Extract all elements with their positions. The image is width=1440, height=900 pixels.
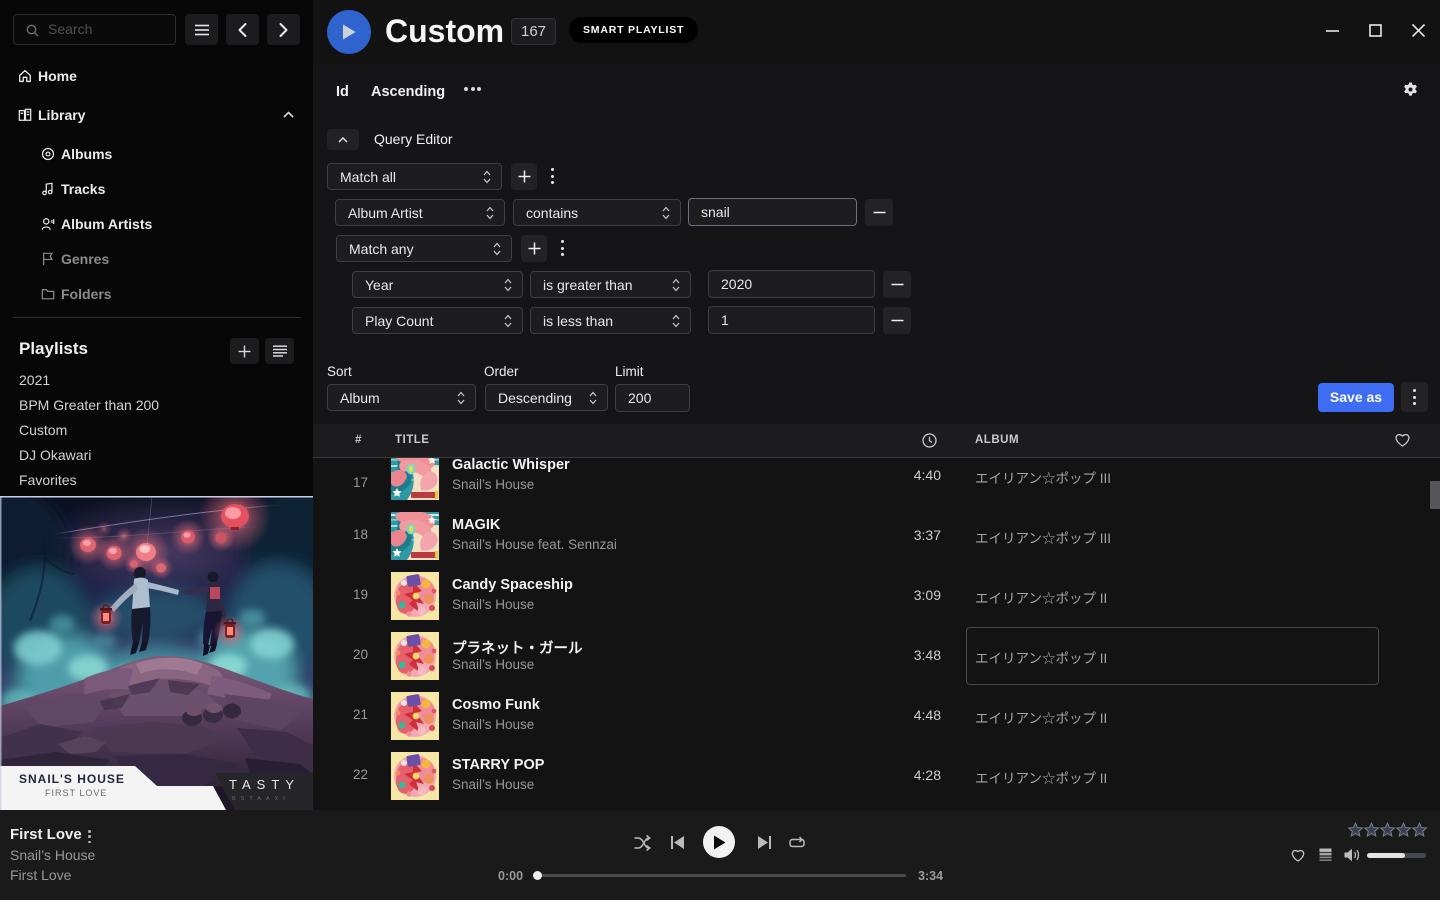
svg-text:TASTY: TASTY xyxy=(229,777,300,792)
svg-text:FIRST LOVE: FIRST LOVE xyxy=(45,788,107,798)
svg-text:BSTAAXI: BSTAAXI xyxy=(232,796,290,802)
svg-text:SNAIL'S HOUSE: SNAIL'S HOUSE xyxy=(19,772,125,786)
